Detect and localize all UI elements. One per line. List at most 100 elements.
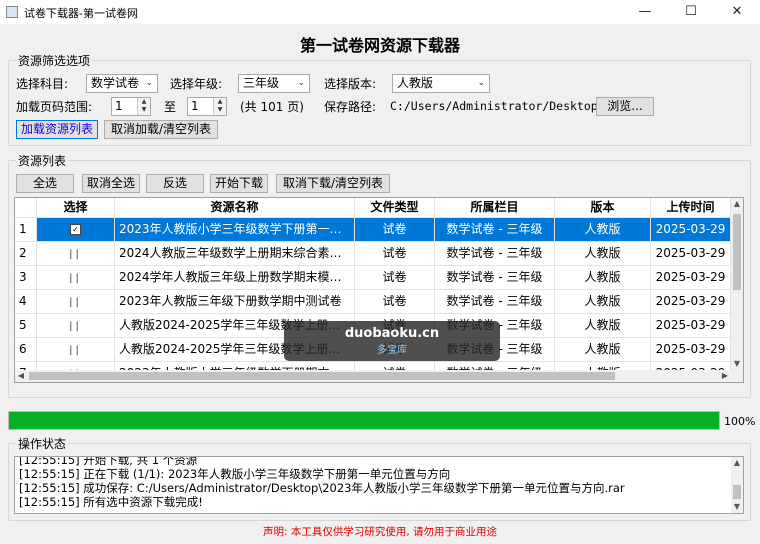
- row-number: 4: [15, 290, 37, 314]
- category-cell: 数学试卷 - 三年级: [435, 290, 555, 314]
- close-button[interactable]: ✕: [714, 0, 760, 24]
- page-to-value: 1: [191, 99, 199, 113]
- progress-fill: [9, 412, 719, 429]
- file-type-cell: 试卷: [355, 290, 435, 314]
- grade-select[interactable]: 三年级 ⌄: [238, 74, 310, 93]
- load-list-button[interactable]: 加载资源列表: [16, 120, 98, 139]
- browse-button[interactable]: 浏览...: [596, 97, 654, 116]
- progress-percent: 100%: [724, 415, 756, 428]
- watermark-logo: duobaoku.cn 多宝库: [284, 321, 500, 361]
- log-output[interactable]: [12:55:15] 开始下载, 共 1 个资源 [12:55:15] 正在下载…: [14, 456, 744, 514]
- scroll-up-icon[interactable]: ▲: [731, 198, 743, 210]
- title-bar: 试卷下载器-第一试卷网 — ☐ ✕: [0, 0, 760, 24]
- select-all-button[interactable]: 全选: [16, 174, 74, 193]
- horizontal-scroll-thumb[interactable]: [29, 372, 615, 380]
- cancel-load-button[interactable]: 取消加载/清空列表: [104, 120, 218, 139]
- row-select-cell[interactable]: ||: [37, 266, 115, 290]
- range-to-label: 至: [164, 100, 177, 114]
- scroll-down-icon[interactable]: ▼: [731, 358, 743, 370]
- log-scrollbar[interactable]: ▲ ▼: [731, 457, 743, 513]
- row-number: 6: [15, 338, 37, 362]
- row-select-cell[interactable]: ||: [37, 242, 115, 266]
- page-from-spinbox[interactable]: 1 ▲ ▼: [111, 97, 151, 116]
- row-number-header: [15, 198, 37, 218]
- page-to-spinbox[interactable]: 1 ▲ ▼: [187, 97, 227, 116]
- window-title: 试卷下载器-第一试卷网: [24, 7, 138, 20]
- list-group-label: 资源列表: [16, 152, 69, 169]
- row-select-cell[interactable]: ||: [37, 290, 115, 314]
- scroll-down-icon[interactable]: ▼: [731, 501, 743, 513]
- column-header-select[interactable]: 选择: [37, 198, 115, 218]
- row-select-cell[interactable]: ||: [37, 314, 115, 338]
- checkbox-checked-icon[interactable]: ✓: [70, 224, 81, 235]
- invert-selection-button[interactable]: 反选: [146, 174, 204, 193]
- file-type-cell: 试卷: [355, 242, 435, 266]
- page-from-value: 1: [115, 99, 123, 113]
- upload-date-cell: 2025-03-29: [651, 218, 731, 242]
- edition-cell: 人教版: [555, 314, 651, 338]
- deselect-all-button[interactable]: 取消全选: [82, 174, 140, 193]
- subject-select[interactable]: 数学试卷 ⌄: [86, 74, 158, 93]
- app-icon: [6, 6, 18, 18]
- filter-group-label: 资源筛选选项: [16, 52, 93, 69]
- resource-name-cell: 2024学年人教版三年级上册数学期末模…: [115, 266, 355, 290]
- row-number: 5: [15, 314, 37, 338]
- download-progress-bar: [8, 411, 720, 430]
- row-number: 3: [15, 266, 37, 290]
- edition-label: 选择版本:: [324, 77, 377, 91]
- log-line: [12:55:15] 所有选中资源下载完成!: [19, 495, 203, 509]
- row-number: 2: [15, 242, 37, 266]
- category-cell: 数学试卷 - 三年级: [435, 218, 555, 242]
- file-type-cell: 试卷: [355, 266, 435, 290]
- minimize-button[interactable]: —: [622, 0, 668, 24]
- edition-cell: 人教版: [555, 290, 651, 314]
- row-select-cell[interactable]: ||: [37, 338, 115, 362]
- resource-name-cell: 2024人教版三年级数学上册期末综合素…: [115, 242, 355, 266]
- edition-select[interactable]: 人教版 ⌄: [392, 74, 490, 93]
- log-scroll-thumb[interactable]: [733, 485, 741, 499]
- category-cell: 数学试卷 - 三年级: [435, 266, 555, 290]
- watermark-domain: duobaoku.cn: [344, 326, 440, 341]
- checkbox-icon[interactable]: ||: [69, 249, 82, 260]
- edition-cell: 人教版: [555, 242, 651, 266]
- column-header-name[interactable]: 资源名称: [115, 198, 355, 218]
- upload-date-cell: 2025-03-29: [651, 314, 731, 338]
- start-download-button[interactable]: 开始下载: [210, 174, 268, 193]
- scroll-left-icon[interactable]: ◀: [15, 370, 27, 382]
- cancel-download-button[interactable]: 取消下载/清空列表: [276, 174, 390, 193]
- column-header-type[interactable]: 文件类型: [355, 198, 435, 218]
- checkbox-icon[interactable]: ||: [69, 345, 82, 356]
- maximize-button[interactable]: ☐: [668, 0, 714, 24]
- checkbox-icon[interactable]: ||: [69, 273, 82, 284]
- subject-value: 数学试卷: [91, 76, 140, 90]
- checkbox-icon[interactable]: ||: [69, 297, 82, 308]
- edition-cell: 人教版: [555, 266, 651, 290]
- upload-date-cell: 2025-03-29: [651, 338, 731, 362]
- column-header-date[interactable]: 上传时间: [651, 198, 731, 218]
- checkbox-icon[interactable]: ||: [69, 321, 82, 332]
- total-pages: (共 101 页): [240, 100, 304, 114]
- column-header-edition[interactable]: 版本: [555, 198, 651, 218]
- column-header-category[interactable]: 所属栏目: [435, 198, 555, 218]
- chevron-down-icon: ⌄: [297, 78, 305, 88]
- scroll-up-icon[interactable]: ▲: [731, 457, 743, 469]
- save-path-value: C:/Users/Administrator/Desktop: [390, 99, 598, 113]
- page-range-label: 加载页码范围:: [16, 100, 93, 114]
- page-title: 第一试卷网资源下载器: [299, 36, 460, 55]
- resource-name-cell: 2023年人教版三年级下册数学期中测试卷: [115, 290, 355, 314]
- save-path-label: 保存路径:: [324, 100, 377, 114]
- watermark-name: 多宝库: [377, 345, 407, 356]
- category-cell: 数学试卷 - 三年级: [435, 242, 555, 266]
- vertical-scrollbar[interactable]: ▲ ▼: [731, 198, 743, 382]
- resource-name-cell: 2023年人教版小学三年级数学下册第一…: [115, 218, 355, 242]
- vertical-scroll-thumb[interactable]: [733, 214, 741, 290]
- spin-arrows-icon[interactable]: ▲ ▼: [213, 98, 226, 115]
- log-group-label: 操作状态: [16, 435, 69, 452]
- subject-label: 选择科目:: [16, 77, 69, 91]
- edition-value: 人教版: [397, 76, 434, 90]
- spin-arrows-icon[interactable]: ▲ ▼: [137, 98, 150, 115]
- scroll-right-icon[interactable]: ▶: [719, 370, 731, 382]
- file-type-cell: 试卷: [355, 218, 435, 242]
- horizontal-scrollbar[interactable]: ◀ ▶: [15, 370, 731, 382]
- row-select-cell[interactable]: ✓: [37, 218, 115, 242]
